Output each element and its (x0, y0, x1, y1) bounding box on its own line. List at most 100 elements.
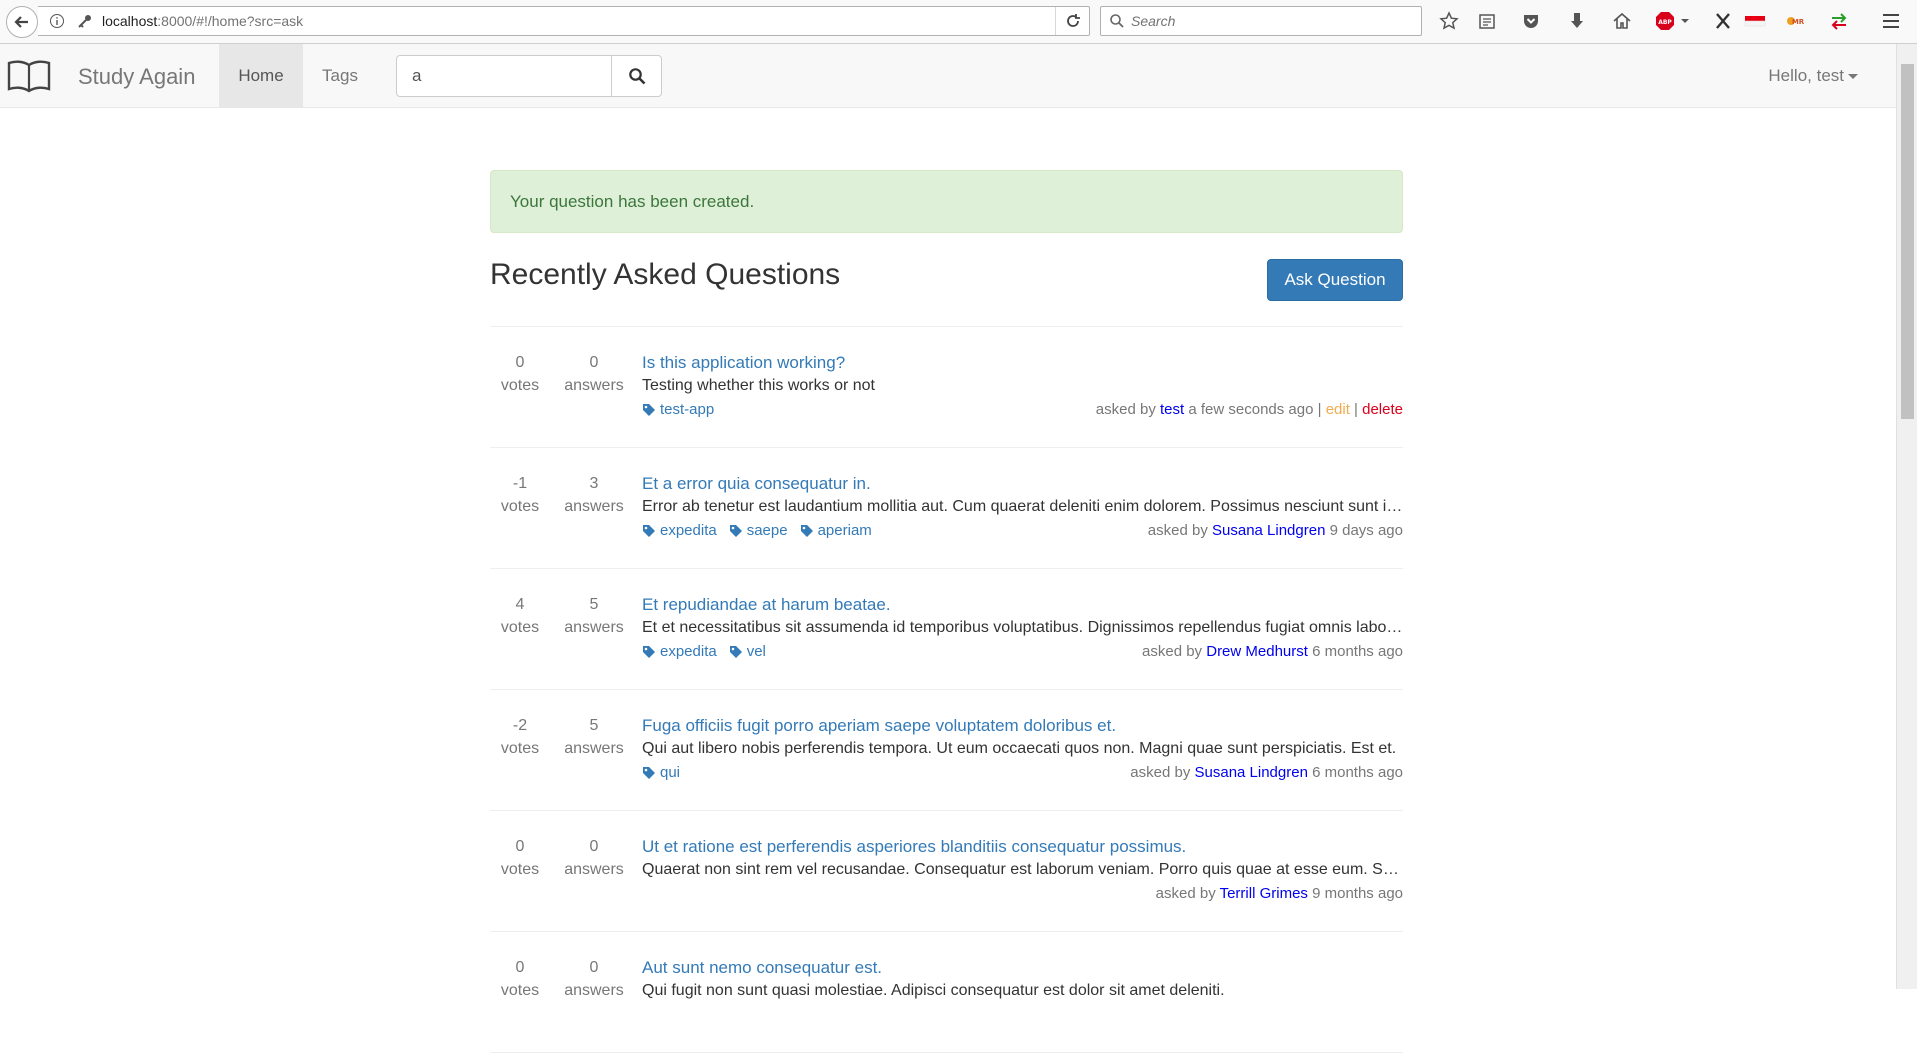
tag-link[interactable]: saepe (729, 522, 788, 539)
vote-label: votes (500, 982, 540, 999)
search-input[interactable]: a (396, 55, 612, 97)
asked-by-label: asked by (1095, 401, 1161, 418)
nav-home[interactable]: Home (219, 44, 303, 107)
author-link[interactable]: Drew Medhurst (1206, 643, 1308, 660)
answer-count: 0 answers (564, 351, 624, 397)
app-navbar: Study Again Home Tags a Hello, test (0, 44, 1896, 108)
home-icon[interactable] (1609, 8, 1635, 34)
author-link[interactable]: Susana Lindgren (1195, 764, 1308, 781)
asked-time: 9 days ago (1325, 522, 1403, 539)
asked-time: 9 months ago (1307, 885, 1403, 902)
vote-label: votes (500, 861, 540, 878)
info-icon[interactable] (48, 12, 66, 30)
tag-link[interactable]: aperiam (800, 522, 872, 539)
url-text[interactable]: localhost:8000/#!/home?src=ask (102, 13, 1055, 29)
brand-link[interactable]: Study Again (78, 64, 195, 90)
question-meta: asked by Susana Lindgren 6 months ago (1130, 764, 1403, 781)
browser-search-field[interactable]: Search (1100, 6, 1422, 36)
page-scrollbar[interactable] (1896, 44, 1917, 989)
author-link[interactable]: Terrill Grimes (1220, 885, 1308, 902)
user-menu[interactable]: Hello, test (1768, 66, 1858, 86)
question-tags: expedita vel (642, 643, 766, 660)
reading-list-icon[interactable] (1474, 8, 1500, 34)
question-row: -1 votes 3 answers Et a error quia consequat… (490, 448, 1403, 569)
vote-number: 0 (515, 354, 525, 371)
answer-number: 5 (589, 717, 599, 734)
edit-link[interactable]: edit (1326, 401, 1350, 418)
browser-toolbar: localhost:8000/#!/home?src=ask Search AB… (0, 0, 1917, 44)
answer-label: answers (564, 982, 624, 999)
tag-icon (643, 524, 655, 537)
ask-question-button[interactable]: Ask Question (1267, 259, 1403, 301)
question-row: 0 votes 0 answers Aut sunt nemo consequatur … (490, 932, 1403, 1053)
vote-count: 4 votes (490, 593, 550, 639)
answer-number: 0 (589, 959, 599, 976)
vote-label: votes (500, 619, 540, 636)
question-excerpt: Error ab tenetur est laudantium mollitia… (642, 498, 1403, 515)
author-link[interactable]: Susana Lindgren (1212, 522, 1325, 539)
tag-link[interactable]: qui (642, 764, 680, 781)
tag-label: vel (746, 643, 766, 660)
flag-extension-icon[interactable] (1742, 8, 1768, 34)
delete-link[interactable]: delete (1362, 401, 1403, 418)
tag-link[interactable]: expedita (642, 522, 717, 539)
answer-number: 5 (589, 596, 599, 613)
hamburger-menu-icon[interactable] (1878, 8, 1904, 34)
reload-button[interactable] (1055, 7, 1089, 35)
author-link[interactable]: test (1160, 401, 1184, 418)
adblock-icon[interactable]: ABP (1654, 8, 1696, 34)
search-button[interactable] (611, 55, 662, 97)
question-title-link[interactable]: Is this application working? (642, 353, 845, 373)
answer-label: answers (564, 861, 624, 878)
svg-text:MR: MR (1792, 18, 1805, 26)
mr-extension-icon[interactable]: MR (1782, 8, 1808, 34)
vote-number: 4 (515, 596, 525, 613)
url-bar[interactable]: localhost:8000/#!/home?src=ask (38, 6, 1090, 36)
back-button[interactable] (6, 6, 38, 38)
answer-count: 3 answers (564, 472, 624, 518)
question-title-link[interactable]: Aut sunt nemo consequatur est. (642, 958, 882, 978)
vote-count: 0 votes (490, 351, 550, 397)
svg-text:ABP: ABP (1658, 19, 1672, 26)
vote-count: 0 votes (490, 835, 550, 881)
asked-time: a few seconds ago (1184, 401, 1314, 418)
book-icon[interactable] (6, 59, 52, 93)
tag-label: saepe (746, 522, 788, 539)
bookmark-star-icon[interactable] (1436, 8, 1462, 34)
vote-count: -1 votes (490, 472, 550, 518)
question-excerpt: Qui aut libero nobis perferendis tempora… (642, 740, 1397, 757)
download-icon[interactable] (1564, 8, 1590, 34)
asked-time: 6 months ago (1307, 643, 1403, 660)
pocket-icon[interactable] (1518, 8, 1544, 34)
tag-icon (643, 403, 655, 416)
scrollbar-thumb[interactable] (1901, 64, 1914, 419)
search-placeholder: Search (1131, 13, 1176, 29)
question-meta: asked by Susana Lindgren 9 days ago (1148, 522, 1403, 539)
question-title-link[interactable]: Fuga officiis fugit porro aperiam saepe … (642, 716, 1116, 736)
tag-label: qui (660, 764, 681, 781)
vote-number: -2 (512, 717, 528, 734)
tag-icon (729, 524, 742, 537)
asked-time: 6 months ago (1307, 764, 1403, 781)
tag-icon (643, 645, 655, 658)
question-title-link[interactable]: Ut et ratione est perferendis asperiores… (642, 837, 1186, 857)
tag-link[interactable]: expedita (642, 643, 717, 660)
x-extension-icon[interactable] (1710, 8, 1736, 34)
tag-link[interactable]: test-app (642, 401, 714, 418)
vote-count: 0 votes (490, 956, 550, 1002)
page-title: Recently Asked Questions (490, 258, 841, 291)
question-meta: asked by Drew Medhurst 6 months ago (1142, 643, 1403, 660)
nav-tags[interactable]: Tags (303, 44, 377, 107)
tag-link[interactable]: vel (729, 643, 766, 660)
main-content: Your question has been created. Recently… (490, 170, 1403, 1053)
key-icon[interactable] (76, 12, 94, 30)
question-meta: asked by Terrill Grimes 9 months ago (1156, 885, 1403, 902)
question-title-link[interactable]: Et repudiandae at harum beatae. (642, 595, 891, 615)
answer-count: 0 answers (564, 956, 624, 1002)
separator: | (1313, 401, 1326, 418)
search-icon (628, 68, 645, 85)
tag-icon (800, 524, 813, 537)
question-title-link[interactable]: Et a error quia consequatur in. (642, 474, 871, 494)
sync-arrows-icon[interactable] (1826, 8, 1852, 34)
tag-label: expedita (660, 643, 717, 660)
